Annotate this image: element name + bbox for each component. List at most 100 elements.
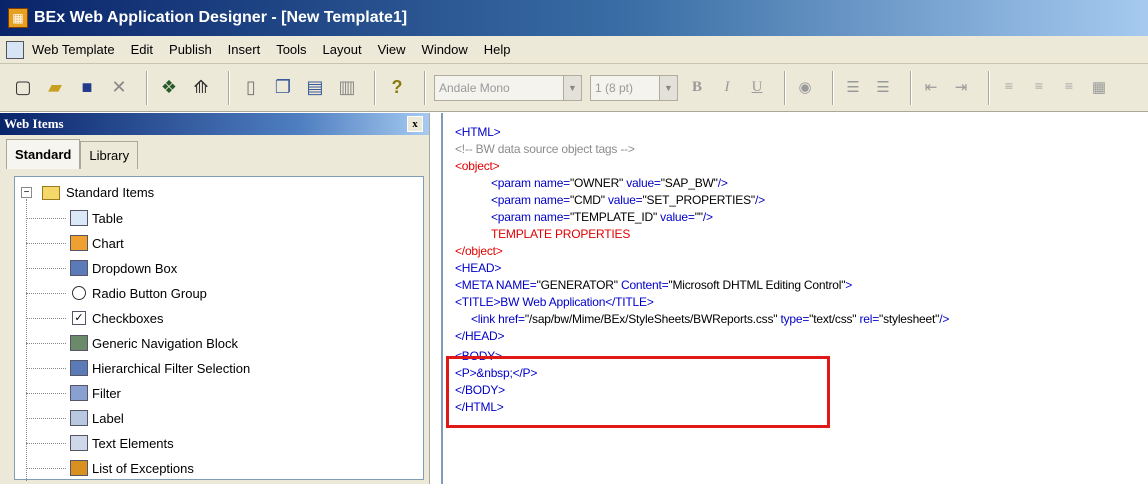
code-line: <param name="OWNER" value="SAP_BW"/> xyxy=(491,176,728,190)
app-icon: ▦ xyxy=(8,8,28,28)
new-icon[interactable]: ▢ xyxy=(10,75,36,101)
tree-item-label: Label xyxy=(92,410,124,426)
collapse-icon[interactable]: − xyxy=(21,187,32,198)
code-line: </object> xyxy=(455,244,503,258)
align-center-icon[interactable]: ≡ xyxy=(1028,75,1050,101)
tab-library[interactable]: Library xyxy=(80,141,139,169)
code-line: <link href="/sap/bw/Mime/BEx/StyleSheets… xyxy=(471,312,950,326)
align-right-icon[interactable]: ≡ xyxy=(1058,75,1080,101)
menu-tools[interactable]: Tools xyxy=(276,42,306,57)
tree-item-label: Checkboxes xyxy=(92,310,164,326)
underline-button[interactable]: U xyxy=(746,75,768,101)
panel-header: Web Items x xyxy=(0,113,429,135)
cut-icon[interactable]: ▯ xyxy=(238,75,264,101)
chart-icon xyxy=(70,235,88,251)
web-items-tree: − Standard Items Table Chart Dropdown Bo… xyxy=(14,176,424,481)
numbered-list-icon[interactable]: ☰ xyxy=(842,75,864,101)
toolbar-separator xyxy=(988,70,990,105)
checkbox-icon: ✓ xyxy=(72,311,86,325)
folder-icon xyxy=(42,185,60,200)
menu-view[interactable]: View xyxy=(378,42,406,57)
html-editor[interactable]: <HTML> <!-- BW data source object tags -… xyxy=(441,113,1148,484)
help-icon[interactable]: ? xyxy=(384,75,410,101)
color-icon[interactable]: ◉ xyxy=(794,75,816,101)
tree-item-hierarchical-filter-selection[interactable]: Hierarchical Filter Selection xyxy=(26,357,250,379)
bold-button[interactable]: B xyxy=(686,75,708,101)
tree-item-label: Generic Navigation Block xyxy=(92,335,238,351)
radio-button-icon xyxy=(72,286,86,300)
code-line: <HEAD> xyxy=(455,261,502,275)
menu-layout[interactable]: Layout xyxy=(323,42,362,57)
panel-tabs: Standard Library xyxy=(0,135,429,169)
save-icon[interactable]: ■ xyxy=(74,75,100,101)
chevron-down-icon: ▼ xyxy=(563,75,581,100)
code-line: <param name="TEMPLATE_ID" value=""/> xyxy=(491,210,713,224)
italic-button[interactable]: I xyxy=(716,75,738,101)
exceptions-icon xyxy=(70,460,88,476)
tree-item-filter[interactable]: Filter xyxy=(26,382,121,404)
font-name-select[interactable]: Andale Mono ▼ xyxy=(434,74,582,101)
tree-item-label: Radio Button Group xyxy=(92,285,207,301)
menu-insert[interactable]: Insert xyxy=(228,42,261,57)
text-elements-icon xyxy=(70,435,88,451)
delete-icon[interactable]: ✕ xyxy=(106,75,132,101)
table-icon[interactable]: ▦ xyxy=(1088,75,1110,101)
outdent-icon[interactable]: ⇤ xyxy=(920,75,942,101)
menu-publish[interactable]: Publish xyxy=(169,42,212,57)
tree-item-label: Table xyxy=(92,210,124,226)
code-line: TEMPLATE PROPERTIES xyxy=(491,227,631,241)
tree-item-list-of-exceptions[interactable]: List of Exceptions xyxy=(26,457,194,479)
tree-item-label: List of Exceptions xyxy=(92,460,194,476)
tree-item-label: Dropdown Box xyxy=(92,260,178,276)
tree-item-label: Chart xyxy=(92,235,124,251)
tree-item-label: Filter xyxy=(92,385,121,401)
tree-root-standard-items[interactable]: − Standard Items xyxy=(21,185,154,200)
toolbar-separator xyxy=(832,70,834,105)
indent-icon[interactable]: ⇥ xyxy=(950,75,972,101)
arrange-icon[interactable]: ⟰ xyxy=(188,75,214,101)
tree-item-checkboxes[interactable]: ✓ Checkboxes xyxy=(26,307,164,329)
code-line: <object> xyxy=(455,159,500,173)
tree-item-table[interactable]: Table xyxy=(26,207,123,229)
filter-icon xyxy=(70,385,88,401)
font-size-select[interactable]: 1 (8 pt) ▼ xyxy=(590,74,678,101)
table-icon xyxy=(70,210,88,226)
align-left-icon[interactable]: ≡ xyxy=(998,75,1020,101)
panel-title: Web Items xyxy=(4,116,64,131)
font-name-value: Andale Mono xyxy=(439,80,510,95)
menu-web-template[interactable]: Web Template xyxy=(32,42,115,57)
tree-item-text-elements[interactable]: Text Elements xyxy=(26,432,174,454)
menu-edit[interactable]: Edit xyxy=(131,42,153,57)
label-icon xyxy=(70,410,88,426)
tree-item-dropdown-box[interactable]: Dropdown Box xyxy=(26,257,177,279)
copy-icon[interactable]: ❐ xyxy=(270,75,296,101)
menu-help[interactable]: Help xyxy=(484,42,511,57)
paste-icon[interactable]: ▤ xyxy=(302,75,328,101)
tree-item-generic-navigation-block[interactable]: Generic Navigation Block xyxy=(26,332,238,354)
tree-item-label[interactable]: Label xyxy=(26,407,124,429)
tree-root-label: Standard Items xyxy=(66,185,155,200)
toolbar-separator xyxy=(424,70,426,105)
document-icon[interactable] xyxy=(6,40,24,59)
close-icon[interactable]: x xyxy=(407,116,423,132)
code-line: <TITLE>BW Web Application</TITLE> xyxy=(455,295,654,309)
code-line: <META NAME="GENERATOR" Content="Microsof… xyxy=(455,278,853,292)
code-line: <param name="CMD" value="SET_PROPERTIES"… xyxy=(491,193,765,207)
title-bar: ▦ BEx Web Application Designer - [New Te… xyxy=(0,0,1148,36)
toolbar-separator xyxy=(910,70,912,105)
code-line: </HEAD> xyxy=(455,329,505,343)
bullet-list-icon[interactable]: ☰ xyxy=(872,75,894,101)
tree-item-radio-button-group[interactable]: Radio Button Group xyxy=(26,282,207,304)
library-icon[interactable]: ▥ xyxy=(334,75,360,101)
properties-icon[interactable]: ❖ xyxy=(156,75,182,101)
tab-standard[interactable]: Standard xyxy=(6,139,81,169)
hierarchy-filter-icon xyxy=(70,360,88,376)
toolbar-separator xyxy=(374,70,376,105)
highlight-box xyxy=(446,356,830,428)
open-icon[interactable]: ▰ xyxy=(42,75,68,101)
web-items-panel: Web Items x Standard Library − Standard … xyxy=(0,113,430,484)
tree-item-label: Hierarchical Filter Selection xyxy=(92,360,251,376)
toolbar-separator xyxy=(784,70,786,105)
menu-window[interactable]: Window xyxy=(422,42,468,57)
tree-item-chart[interactable]: Chart xyxy=(26,232,124,254)
